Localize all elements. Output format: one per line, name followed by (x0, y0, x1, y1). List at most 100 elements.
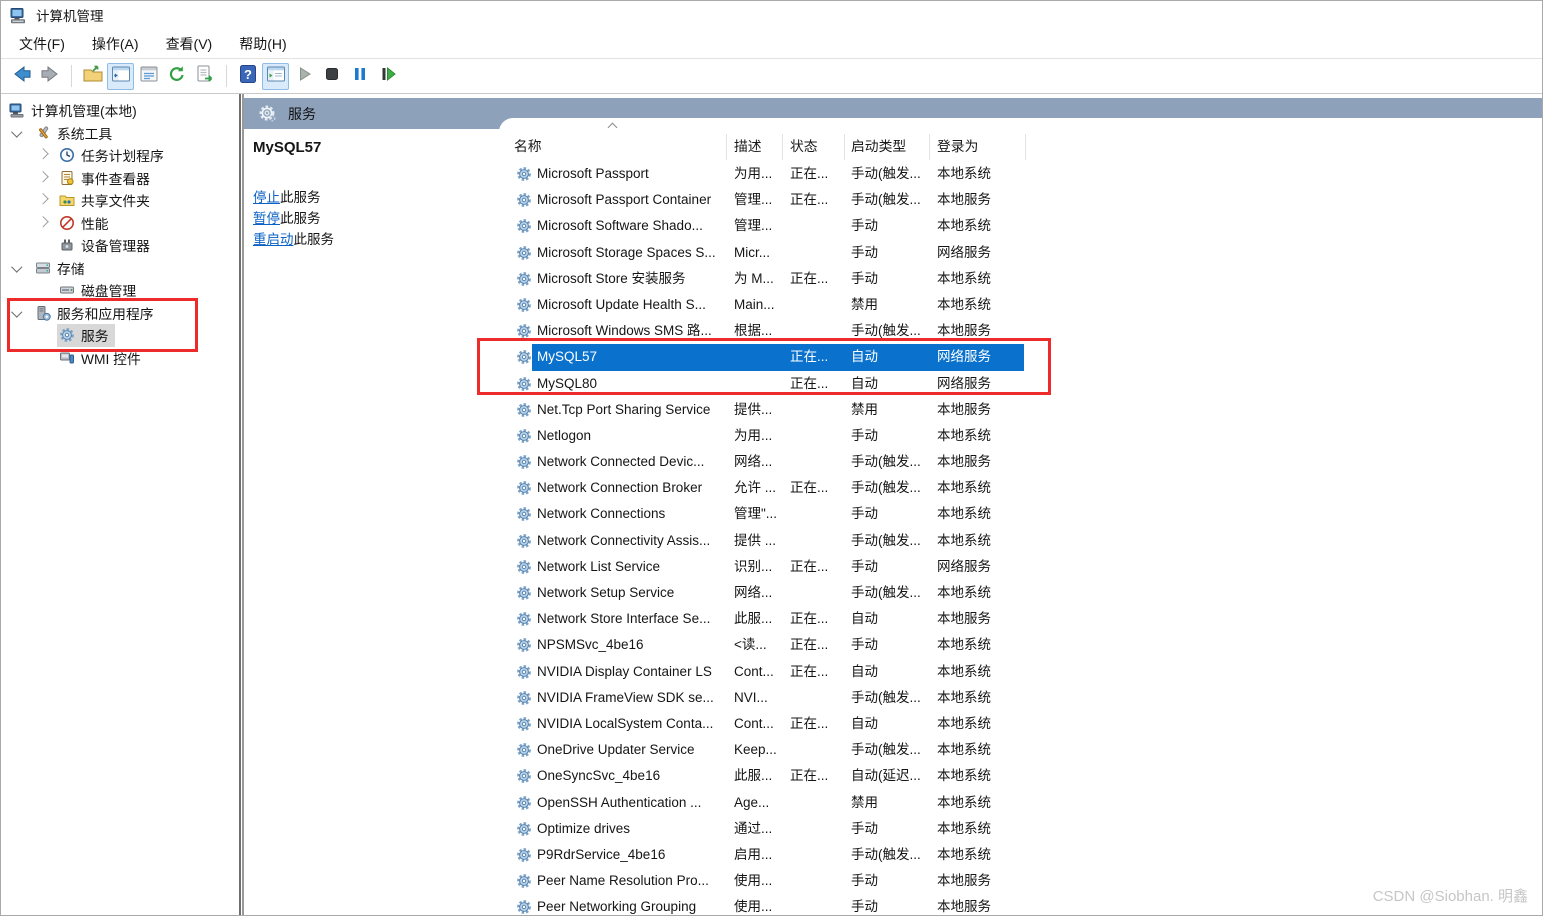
toolbar-button-start-service[interactable] (290, 63, 317, 90)
tree-item-label: 共享文件夹 (81, 194, 150, 209)
description-cell: Main... (734, 296, 775, 312)
service-row-network-connected-devic[interactable]: Network Connected Devic... 网络... 手动(触发... 本… (499, 449, 1542, 475)
tree-item-task-scheduler[interactable]: 任务计划程序 (1, 143, 237, 166)
chevron-right-icon[interactable] (37, 215, 49, 227)
storage-icon (35, 260, 51, 276)
service-row-mysql80[interactable]: MySQL80 正在... 自动 网络服务 (499, 371, 1542, 397)
description-cell: Keep... (734, 742, 777, 758)
service-row-network-list-service[interactable]: Network List Service 识别... 正在... 手动 网络服务 (499, 554, 1542, 580)
tree-item-shared-folders[interactable]: 共享文件夹 (1, 188, 237, 211)
service-row-network-store-interface-se[interactable]: Network Store Interface Se... 此服... 正在... 自… (499, 606, 1542, 632)
service-row-npsmsvc-4be16[interactable]: NPSMSvc_4be16 <读... 正在... 手动 本地系统 (499, 632, 1542, 658)
toolbar-button-refresh[interactable] (163, 63, 190, 90)
toolbar-button-restart-service[interactable] (374, 63, 401, 90)
toolbar-button-properties[interactable] (135, 63, 162, 90)
menu-item-help[interactable]: 帮助(H) (235, 32, 290, 56)
service-row-microsoft-passport[interactable]: Microsoft Passport 为用... 正在... 手动(触发... 本地系统 (499, 161, 1542, 187)
service-name-cell: P9RdrService_4be16 (537, 846, 666, 862)
tree-item-event-viewer[interactable]: 事件查看器 (1, 166, 237, 189)
service-row-openssh-authentication[interactable]: OpenSSH Authentication ... Age... 禁用 本地系统 (499, 790, 1542, 816)
service-row-net-tcp-port-sharing-service[interactable]: Net.Tcp Port Sharing Service 提供... 禁用 本地服务 (499, 397, 1542, 423)
column-header-logon-as[interactable]: 登录为 (937, 135, 978, 155)
toolbar-button-export-list[interactable] (191, 63, 218, 90)
logon-as-cell: 本地服务 (937, 611, 991, 627)
menu-item-view[interactable]: 查看(V) (162, 32, 217, 56)
window-action-icon (265, 63, 287, 90)
logon-as-cell: 本地系统 (937, 585, 991, 600)
toolbar-button-back[interactable] (8, 63, 35, 90)
toolbar-button-forward[interactable] (36, 63, 63, 90)
tree-item-wmi-control[interactable]: WMI 控件 (1, 346, 237, 369)
service-row-optimize-drives[interactable]: Optimize drives 通过... 手动 本地系统 (499, 816, 1542, 842)
startup-type-cell: 禁用 (851, 401, 878, 417)
selected-service-name: MySQL57 (253, 139, 322, 156)
chevron-right-icon[interactable] (37, 170, 49, 182)
service-row-microsoft-software-shado[interactable]: Microsoft Software Shado... 管理... 手动 本地系统 (499, 213, 1542, 239)
service-row-onesyncsvc-4be16[interactable]: OneSyncSvc_4be16 此服... 正在... 自动(延迟... 本地系统 (499, 763, 1542, 789)
service-action-links: 停止此服务 暂停此服务 重启动此服务 (253, 187, 334, 250)
toolbar-button-stop-service[interactable] (318, 63, 345, 90)
service-row-mysql57[interactable]: MySQL57 正在... 自动 网络服务 (499, 344, 1542, 371)
restart-service-link[interactable]: 重启动此服务 (253, 229, 334, 250)
service-row-microsoft-storage-spaces-s[interactable]: Microsoft Storage Spaces S... Micr... 手动 网络… (499, 240, 1542, 266)
computer-icon (9, 102, 25, 118)
service-name-cell: Network Connections (537, 506, 666, 522)
tree-item-system-tools[interactable]: 系统工具 (1, 121, 237, 144)
restart-service-link-anchor[interactable]: 重启动 (253, 232, 294, 247)
service-name-cell: Netlogon (537, 427, 592, 443)
service-row-network-connection-broker[interactable]: Network Connection Broker 允许 ... 正在... 手动(触… (499, 475, 1542, 501)
service-row-microsoft-store[interactable]: Microsoft Store 安装服务 为 M... 正在... 手动 本地系统 (499, 266, 1542, 292)
stop-service-link-anchor[interactable]: 停止 (253, 190, 280, 205)
toolbar-button-pause-service[interactable] (346, 63, 373, 90)
chevron-down-icon[interactable] (11, 260, 23, 272)
startup-type-cell: 手动 (851, 873, 878, 889)
service-gear-icon (516, 847, 532, 863)
chevron-right-icon[interactable] (37, 148, 49, 160)
service-row-nvidia-display-container-ls[interactable]: NVIDIA Display Container LS Cont... 正在... 自… (499, 659, 1542, 685)
chevron-down-icon[interactable] (11, 305, 23, 317)
menu-item-file[interactable]: 文件(F) (15, 32, 69, 56)
tree-item-performance[interactable]: 性能 (1, 211, 237, 234)
startup-type-cell: 自动 (851, 349, 878, 365)
pause-service-link-anchor[interactable]: 暂停 (253, 211, 280, 226)
toolbar-button-help[interactable]: ? (234, 63, 261, 90)
service-row-network-connections[interactable]: Network Connections 管理"... 手动 本地系统 (499, 501, 1542, 527)
service-row-onedrive-updater-service[interactable]: OneDrive Updater Service Keep... 手动(触发... 本… (499, 737, 1542, 763)
logon-as-cell: 本地系统 (937, 270, 991, 286)
service-row-netlogon[interactable]: Netlogon 为用... 手动 本地系统 (499, 423, 1542, 449)
tree-item-storage[interactable]: 存储 (1, 256, 237, 279)
chevron-down-icon[interactable] (11, 125, 23, 137)
service-row-microsoft-passport-container[interactable]: Microsoft Passport Container 管理... 正在... 手动… (499, 187, 1542, 213)
tree-item-computer-management-local[interactable]: 计算机管理(本地) (1, 98, 237, 121)
column-header-name[interactable]: 名称 (514, 135, 542, 155)
column-header-startup-type[interactable]: 启动类型 (851, 135, 906, 155)
tree-item-services-and-applications[interactable]: 服务和应用程序 (1, 301, 237, 324)
service-gear-icon (516, 428, 532, 444)
stop-service-link[interactable]: 停止此服务 (253, 187, 334, 208)
toolbar-button-show-hide-console-tree[interactable] (107, 62, 134, 90)
service-row-p9rdrservice-4be16[interactable]: P9RdrService_4be16 启用... 手动(触发... 本地系统 (499, 842, 1542, 868)
main-pane: 服务 MySQL57 停止此服务 暂停此服务 重启动此服务 名称 描述 状态 启动类… (244, 94, 1542, 915)
service-row-nvidia-localsystem-conta[interactable]: NVIDIA LocalSystem Conta... Cont... 正在... 自… (499, 711, 1542, 737)
column-header-status[interactable]: 状态 (790, 135, 818, 155)
toolbar-separator (226, 65, 227, 87)
description-cell: 为用... (734, 166, 773, 181)
column-header-description[interactable]: 描述 (734, 135, 762, 155)
service-row-microsoft-update-health-s[interactable]: Microsoft Update Health S... Main... 禁用 本地系… (499, 292, 1542, 318)
chevron-right-icon[interactable] (37, 193, 49, 205)
service-gear-icon (516, 716, 532, 732)
tree-item-device-manager[interactable]: 设备管理器 (1, 233, 237, 256)
menu-item-action[interactable]: 操作(A) (88, 32, 143, 56)
tree-item-services[interactable]: 服务 (1, 323, 237, 347)
tree-item-disk-management[interactable]: 磁盘管理 (1, 278, 237, 301)
services-rows: Microsoft Passport 为用... 正在... 手动(触发... 本地系统… (499, 161, 1542, 915)
service-row-nvidia-frameview-sdk-se[interactable]: NVIDIA FrameView SDK se... NVI... 手动(触发...… (499, 685, 1542, 711)
service-row-network-connectivity-assis[interactable]: Network Connectivity Assis... 提供 ... 手动(触发… (499, 528, 1542, 554)
service-gear-icon (516, 349, 532, 365)
toolbar-button-export-folder[interactable] (79, 63, 106, 90)
toolbar-button-show-hide-action-pane[interactable] (262, 62, 289, 90)
service-row-network-setup-service[interactable]: Network Setup Service 网络... 手动(触发... 本地系统 (499, 580, 1542, 606)
pause-service-link[interactable]: 暂停此服务 (253, 208, 334, 229)
service-row-microsoft-windows-sms[interactable]: Microsoft Windows SMS 路... 根据... 手动(触发... 本… (499, 318, 1542, 344)
service-name-cell: Peer Networking Grouping (537, 899, 697, 915)
